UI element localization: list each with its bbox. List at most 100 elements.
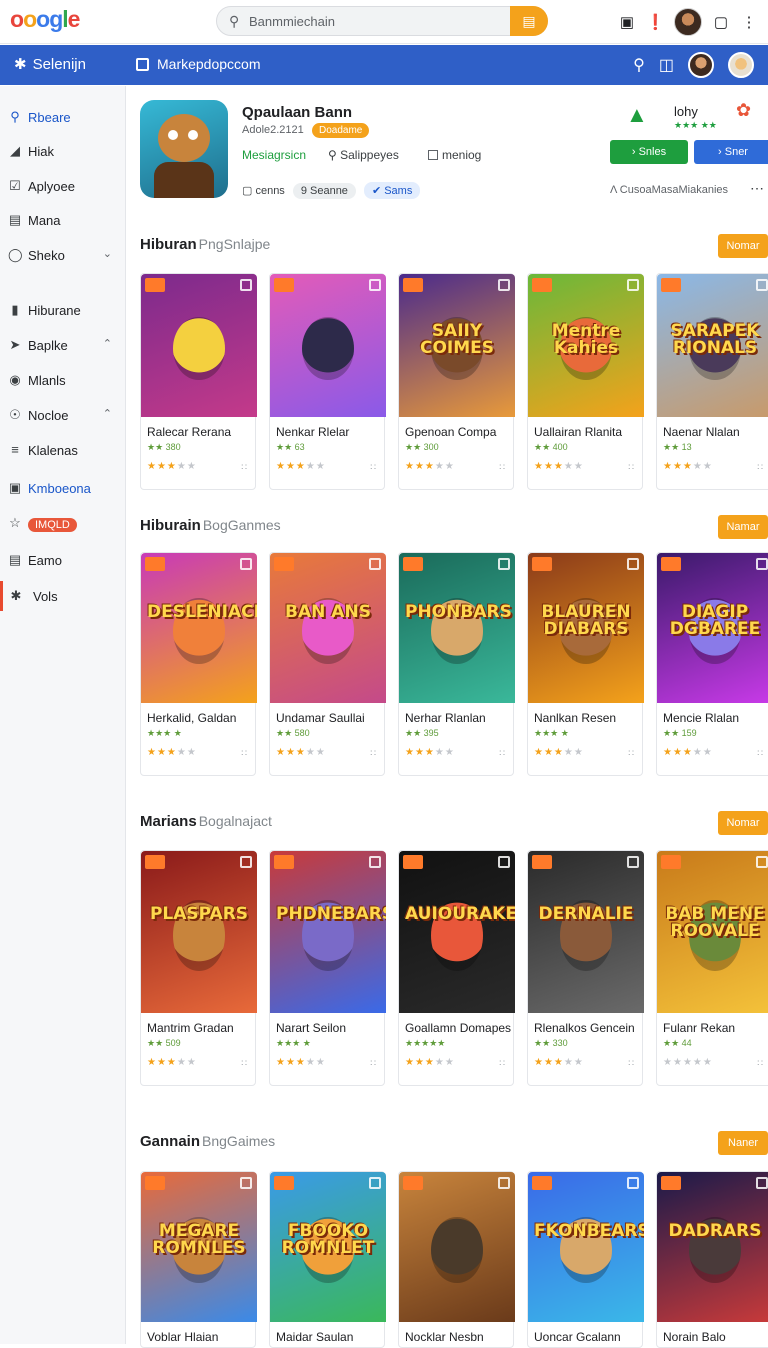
game-card[interactable]: MEGARE ROMNLES Voblar Hlaian [140,1171,257,1348]
game-thumbnail[interactable] [270,274,386,417]
sidebar-item[interactable]: ▤ Mana [0,205,126,235]
game-title[interactable]: Ralecar Rerana [147,425,231,439]
expand-icon[interactable] [756,558,768,570]
tag-chip-active[interactable]: ✔ Sams [363,182,421,199]
game-title[interactable]: Undamar Saullai [276,711,365,725]
game-card[interactable]: Nocklar Nesbn [398,1171,515,1348]
game-title[interactable]: Fulanr Rekan [663,1021,735,1035]
game-card[interactable]: Nenkar Rlelar ★★ 63 ★★★★★ ∷ [269,273,386,490]
section-more-button[interactable]: Nomar [718,811,768,835]
game-thumbnail[interactable]: PHONBARS [399,553,515,703]
game-thumbnail[interactable]: DESLENIACH [141,553,257,703]
game-thumbnail[interactable]: AUIOURAKE [399,851,515,1013]
game-thumbnail[interactable] [399,1172,515,1322]
game-title[interactable]: Voblar Hlaian [147,1330,218,1344]
expand-icon[interactable] [369,856,381,868]
game-thumbnail[interactable]: PLASPARS [141,851,257,1013]
game-thumbnail[interactable]: PHDNEBARS [270,851,386,1013]
game-title[interactable]: Gpenoan Compa [405,425,496,439]
game-title[interactable]: Uoncar Gcalann [534,1330,621,1344]
app-logo[interactable]: ooogle [10,6,80,33]
search-bar[interactable]: ⚲ Banmmiechain ▤ [216,6,548,36]
expand-icon[interactable] [756,279,768,291]
section-more-button[interactable]: Namar [718,515,768,539]
game-thumbnail[interactable]: DADRARS [657,1172,768,1322]
game-title[interactable]: Nanlkan Resen [534,711,616,725]
game-thumbnail[interactable]: FKONBEARS [528,1172,644,1322]
chevron-icon[interactable]: ⌃ [103,337,112,350]
expand-icon[interactable] [756,856,768,868]
upvote-icon[interactable]: ▲ [626,102,648,128]
sidebar-item[interactable]: ➤ Baplke ⌃ [0,330,126,360]
option-link[interactable]: ⚲ Salippeyes [328,148,399,162]
drag-handle-icon[interactable]: ∷ [757,1058,763,1069]
alert-icon[interactable]: ❗ [646,13,665,31]
sidebar-item[interactable]: ✱ Vols [0,581,126,611]
game-card[interactable]: Ralecar Rerana ★★ 380 ★★★★★ ∷ [140,273,257,490]
game-thumbnail[interactable]: DERNALIE [528,851,644,1013]
game-card[interactable]: SAIIY COIMES Gpenoan Compa ★★ 300 ★★★★★ ∷ [398,273,515,490]
expand-icon[interactable] [498,558,510,570]
chevron-icon[interactable]: ⌄ [103,247,112,260]
expand-icon[interactable] [627,279,639,291]
expand-icon[interactable] [627,558,639,570]
game-title[interactable]: Uallairan Rlanita [534,425,622,439]
game-title[interactable]: Nerhar Rlanlan [405,711,486,725]
game-card[interactable]: BAN ANS Undamar Saullai ★★ 580 ★★★★★ ∷ [269,552,386,776]
sidebar-item[interactable]: ◉ Mlanls [0,365,126,395]
expand-icon[interactable] [627,856,639,868]
expand-icon[interactable] [498,279,510,291]
game-title[interactable]: Narart Seilon [276,1021,346,1035]
game-thumbnail[interactable]: SAIIY COIMES [399,274,515,417]
brand-link[interactable]: ✱ Selenijn [14,55,86,73]
game-title[interactable]: Mantrim Gradan [147,1021,234,1035]
game-thumbnail[interactable]: BLAUREN DIABARS [528,553,644,703]
game-card[interactable]: PLASPARS Mantrim Gradan ★★ 509 ★★★★★ ∷ [140,850,257,1086]
sidebar-item[interactable]: ☆ IMQLD [0,508,126,538]
expand-icon[interactable] [369,279,381,291]
drag-handle-icon[interactable]: ∷ [628,462,634,473]
game-thumbnail[interactable]: SARAPEK RIONALS [657,274,768,417]
expand-icon[interactable] [498,1177,510,1189]
more-horiz-icon[interactable]: ⋯ [750,180,764,197]
app-link[interactable]: Mesiagrsicn [242,148,306,162]
game-card[interactable]: PHONBARS Nerhar Rlanlan ★★ 395 ★★★★★ ∷ [398,552,515,776]
drag-handle-icon[interactable]: ∷ [499,748,505,759]
user-avatar[interactable] [688,52,714,78]
drag-handle-icon[interactable]: ∷ [370,748,376,759]
game-card[interactable]: BLAUREN DIABARS Nanlkan Resen ★★★ ★ ★★★★★ ∷ [527,552,644,776]
game-title[interactable]: Herkalid, Galdan [147,711,236,725]
sidebar-item[interactable]: ☉ Nocloe ⌃ [0,400,126,430]
game-card[interactable]: AUIOURAKE Goallamn Domapes ★★★★★ ★★★★★ ∷ [398,850,515,1086]
game-card[interactable]: DIAGIP DGBAREE Mencie Rlalan ★★ 159 ★★★★★ ∷ [656,552,768,776]
window-icon[interactable]: ▢ [712,13,730,31]
expand-icon[interactable] [756,1177,768,1189]
sidebar-item[interactable]: ☑ Aplyoee [0,171,126,201]
drag-handle-icon[interactable]: ∷ [370,462,376,473]
drag-handle-icon[interactable]: ∷ [757,462,763,473]
expand-icon[interactable] [627,1177,639,1189]
cart-icon[interactable]: ▣ [618,13,636,31]
game-title[interactable]: Rlenalkos Gencein [534,1021,635,1035]
expand-icon[interactable] [240,1177,252,1189]
game-thumbnail[interactable]: MEGARE ROMNLES [141,1172,257,1322]
expand-icon[interactable] [240,856,252,868]
game-title[interactable]: Naenar Nlalan [663,425,740,439]
drag-handle-icon[interactable]: ∷ [370,1058,376,1069]
favorite-icon[interactable]: ✿ [736,100,751,121]
sidebar-item[interactable]: ▣ Kmboeona [0,473,126,503]
sidebar-item[interactable]: ≡ Klalenas [0,435,126,465]
game-title[interactable]: Goallamn Domapes [405,1021,511,1035]
game-card[interactable]: SARAPEK RIONALS Naenar Nlalan ★★ 13 ★★★★★ ∷ [656,273,768,490]
notification-icon[interactable]: ◫ [659,55,674,75]
drag-handle-icon[interactable]: ∷ [241,462,247,473]
marketplace-link[interactable]: Markepdopccom [136,56,261,72]
expand-icon[interactable] [498,856,510,868]
drag-handle-icon[interactable]: ∷ [241,1058,247,1069]
drag-handle-icon[interactable]: ∷ [241,748,247,759]
game-thumbnail[interactable]: BAB MENE ROOVALE [657,851,768,1013]
sidebar-item[interactable]: ◢ Hiak [0,136,126,166]
search-submit-button[interactable]: ▤ [510,6,548,36]
share-button[interactable]: › Sner [694,140,768,164]
expand-icon[interactable] [240,279,252,291]
